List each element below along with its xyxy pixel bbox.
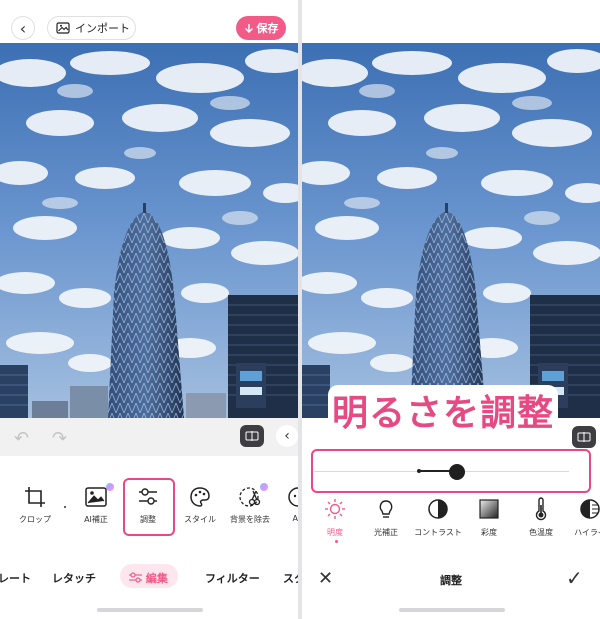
tool-label: クロップ: [19, 515, 51, 524]
lightbulb-icon: [379, 500, 393, 518]
tab-edit[interactable]: 編集: [129, 570, 168, 586]
contrast-icon: [428, 499, 448, 519]
ar-icon: [288, 487, 298, 507]
slider-handle[interactable]: [448, 464, 465, 480]
adjust-label: ハイライ: [574, 528, 600, 537]
compare-button[interactable]: [572, 426, 596, 448]
collapse-button[interactable]: ‹: [276, 425, 298, 447]
right-screen: 明るさを調整 明度 光補正 コントラスト 彩度 色温度 ハイラ ✕ 調整 ✓: [302, 0, 600, 619]
active-indicator: [335, 540, 338, 543]
tool-crop[interactable]: クロップ: [5, 484, 65, 525]
home-indicator: [97, 608, 203, 612]
compare-icon: [245, 431, 259, 441]
annotation-caption: 明るさを調整: [328, 385, 558, 435]
saturation-icon: [479, 499, 499, 519]
home-indicator: [399, 608, 505, 612]
panel-title: 調整: [440, 574, 462, 587]
edit-tools-bar: クロップ AI補正 調整 スタイル 背景を除去 A: [0, 456, 298, 556]
tab-template[interactable]: レート: [0, 570, 31, 586]
new-badge: [260, 483, 268, 491]
scissors-icon: [239, 487, 261, 507]
top-bar: [302, 0, 600, 43]
thermometer-icon: [535, 497, 547, 521]
compare-icon: [577, 432, 591, 442]
highlight-box: [123, 478, 175, 536]
save-button[interactable]: 保存: [236, 16, 286, 40]
chevron-left-icon: ‹: [19, 18, 27, 38]
left-screen: ‹ インポート 保存 ↶ ↷ ‹ クロップ AI補正 調整 スタイル 背景を除去…: [0, 0, 298, 619]
tool-label: AI補正: [84, 515, 108, 524]
import-button[interactable]: インポート: [47, 16, 136, 40]
redo-icon[interactable]: ↷: [52, 428, 67, 449]
slider-area: [302, 448, 600, 494]
tab-filter[interactable]: フィルター: [205, 570, 260, 586]
back-button[interactable]: ‹: [11, 16, 35, 40]
history-bar: ↶ ↷ ‹: [0, 418, 298, 456]
adjust-label: 彩度: [481, 528, 497, 537]
tab-style[interactable]: スタ: [283, 570, 298, 586]
sliders-icon: [129, 572, 142, 583]
top-bar: ‹ インポート 保存: [0, 0, 298, 43]
palette-icon: [190, 487, 210, 507]
download-icon: [244, 23, 253, 33]
tool-ai-enhance[interactable]: AI補正: [66, 484, 126, 525]
crop-icon: [25, 487, 45, 507]
ai-enhance-icon: [85, 487, 107, 507]
check-icon[interactable]: ✓: [566, 566, 583, 590]
adjustment-options: 明度 光補正 コントラスト 彩度 色温度 ハイラ: [302, 494, 600, 554]
photo-preview: [302, 43, 600, 418]
adjust-highlight[interactable]: ハイライ: [560, 496, 600, 538]
tool-label: AR: [292, 514, 298, 523]
save-label: 保存: [256, 22, 279, 35]
photo-preview: [0, 43, 298, 418]
image-icon: [56, 22, 70, 34]
highlight-icon: [580, 499, 600, 519]
bottom-bar: ✕ 調整 ✓: [302, 560, 600, 596]
chevron-left-icon: ‹: [284, 428, 290, 444]
tab-edit-label: 編集: [145, 572, 168, 585]
adjust-light-correction[interactable]: 光補正: [356, 496, 416, 538]
category-tabs: レート レタッチ 編集 フィルター スタ: [0, 556, 298, 596]
tab-retouch[interactable]: レタッチ: [52, 570, 96, 586]
undo-icon[interactable]: ↶: [14, 428, 29, 449]
adjust-saturation[interactable]: 彩度: [459, 496, 519, 538]
new-badge: [106, 483, 114, 491]
adjust-label: 光補正: [374, 528, 398, 537]
sun-icon: [325, 499, 345, 519]
import-label: インポート: [75, 22, 130, 35]
compare-button[interactable]: [240, 425, 264, 447]
tool-ar[interactable]: AR: [268, 484, 298, 523]
